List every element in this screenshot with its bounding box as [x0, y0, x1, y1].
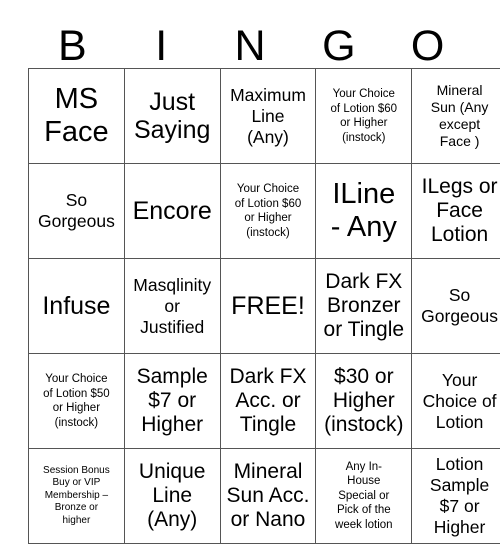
bingo-cell-free[interactable]: FREE!	[219, 258, 317, 354]
bingo-cell-n5[interactable]: Mineral Sun Acc. or Nano	[219, 448, 317, 544]
bingo-cell-label: Masqlinity or Justified	[133, 274, 212, 337]
bingo-cell-label: Encore	[132, 197, 212, 225]
bingo-cell-label: Maximum Line (Any)	[230, 84, 306, 147]
bingo-cell-i3[interactable]: Masqlinity or Justified	[123, 258, 221, 354]
bingo-cell-label: Any In- House Special or Pick of the wee…	[335, 460, 393, 531]
bingo-cell-label: Your Choice of Lotion $60 or Higher (ins…	[330, 88, 398, 144]
bingo-cell-label: Sample $7 or Higher	[136, 365, 208, 436]
bingo-cell-label: Your Choice of Lotion $60 or Higher (ins…	[234, 183, 302, 239]
bingo-cell-label: Unique Line (Any)	[138, 460, 206, 531]
header-letter-i: I	[155, 22, 168, 70]
bingo-row: Your Choice of Lotion $50 or Higher (ins…	[28, 353, 500, 449]
bingo-cell-label: MS Face	[44, 83, 109, 148]
header-letter-n: N	[234, 22, 266, 70]
bingo-cell-g2[interactable]: ILine - Any	[315, 163, 413, 259]
bingo-cell-n4[interactable]: Dark FX Acc. or Tingle	[219, 353, 317, 449]
bingo-cell-label: Just Saying	[133, 88, 211, 144]
bingo-cell-label: Lotion Sample $7 or Higher	[429, 454, 490, 537]
bingo-cell-label: Your Choice of Lotion $50 or Higher (ins…	[43, 373, 110, 429]
bingo-cell-o3[interactable]: So Gorgeous	[411, 258, 500, 354]
bingo-cell-label: Dark FX Bronzer or Tingle	[323, 270, 405, 341]
bingo-cell-i1[interactable]: Just Saying	[123, 68, 221, 164]
bingo-cell-i2[interactable]: Encore	[123, 163, 221, 259]
bingo-cell-b1[interactable]: MS Face	[28, 68, 125, 164]
bingo-grid: MS Face Just Saying Maximum Line (Any) Y…	[28, 68, 500, 544]
bingo-cell-label: Dark FX Acc. or Tingle	[229, 365, 307, 436]
bingo-row: Session Bonus Buy or VIP Membership – Br…	[28, 448, 500, 544]
bingo-cell-label: Mineral Sun Acc. or Nano	[226, 460, 310, 531]
bingo-row: Infuse Masqlinity or Justified FREE! Dar…	[28, 258, 500, 354]
bingo-row: So Gorgeous Encore Your Choice of Lotion…	[28, 163, 500, 259]
bingo-cell-o4[interactable]: Your Choice of Lotion	[411, 353, 500, 449]
header-letter-b: B	[58, 22, 87, 70]
bingo-cell-g5[interactable]: Any In- House Special or Pick of the wee…	[315, 448, 413, 544]
bingo-cell-g4[interactable]: $30 or Higher (instock)	[315, 353, 413, 449]
bingo-cell-label: ILine - Any	[330, 178, 397, 243]
bingo-cell-o1[interactable]: Mineral Sun (Any except Face )	[411, 68, 500, 164]
bingo-cell-label: So Gorgeous	[37, 190, 115, 231]
bingo-cell-o5[interactable]: Lotion Sample $7 or Higher	[411, 448, 500, 544]
bingo-cell-label: Your Choice of Lotion	[422, 369, 497, 432]
bingo-cell-n1[interactable]: Maximum Line (Any)	[219, 68, 317, 164]
bingo-cell-b4[interactable]: Your Choice of Lotion $50 or Higher (ins…	[28, 353, 125, 449]
bingo-cell-n2[interactable]: Your Choice of Lotion $60 or Higher (ins…	[219, 163, 317, 259]
bingo-cell-b2[interactable]: So Gorgeous	[28, 163, 125, 259]
bingo-row: MS Face Just Saying Maximum Line (Any) Y…	[28, 68, 500, 164]
header-letter-o: O	[410, 22, 445, 70]
bingo-header: B I N G O	[28, 18, 472, 68]
bingo-cell-b5[interactable]: Session Bonus Buy or VIP Membership – Br…	[28, 448, 125, 544]
bingo-cell-label: Session Bonus Buy or VIP Membership – Br…	[43, 464, 110, 526]
bingo-cell-label: Infuse	[42, 292, 111, 320]
bingo-cell-g3[interactable]: Dark FX Bronzer or Tingle	[315, 258, 413, 354]
bingo-card: B I N G O MS Face Just Saying Maximum Li…	[28, 18, 500, 544]
bingo-cell-label: $30 or Higher (instock)	[324, 365, 404, 436]
bingo-cell-i4[interactable]: Sample $7 or Higher	[123, 353, 221, 449]
bingo-cell-b3[interactable]: Infuse	[28, 258, 125, 354]
bingo-cell-i5[interactable]: Unique Line (Any)	[123, 448, 221, 544]
bingo-cell-label: So Gorgeous	[421, 285, 499, 326]
bingo-cell-label: ILegs or Face Lotion	[421, 175, 498, 246]
bingo-cell-label: Mineral Sun (Any except Face )	[430, 82, 489, 149]
header-letter-g: G	[322, 22, 356, 70]
free-space-label: FREE!	[231, 292, 305, 320]
bingo-cell-o2[interactable]: ILegs or Face Lotion	[411, 163, 500, 259]
bingo-cell-g1[interactable]: Your Choice of Lotion $60 or Higher (ins…	[315, 68, 413, 164]
